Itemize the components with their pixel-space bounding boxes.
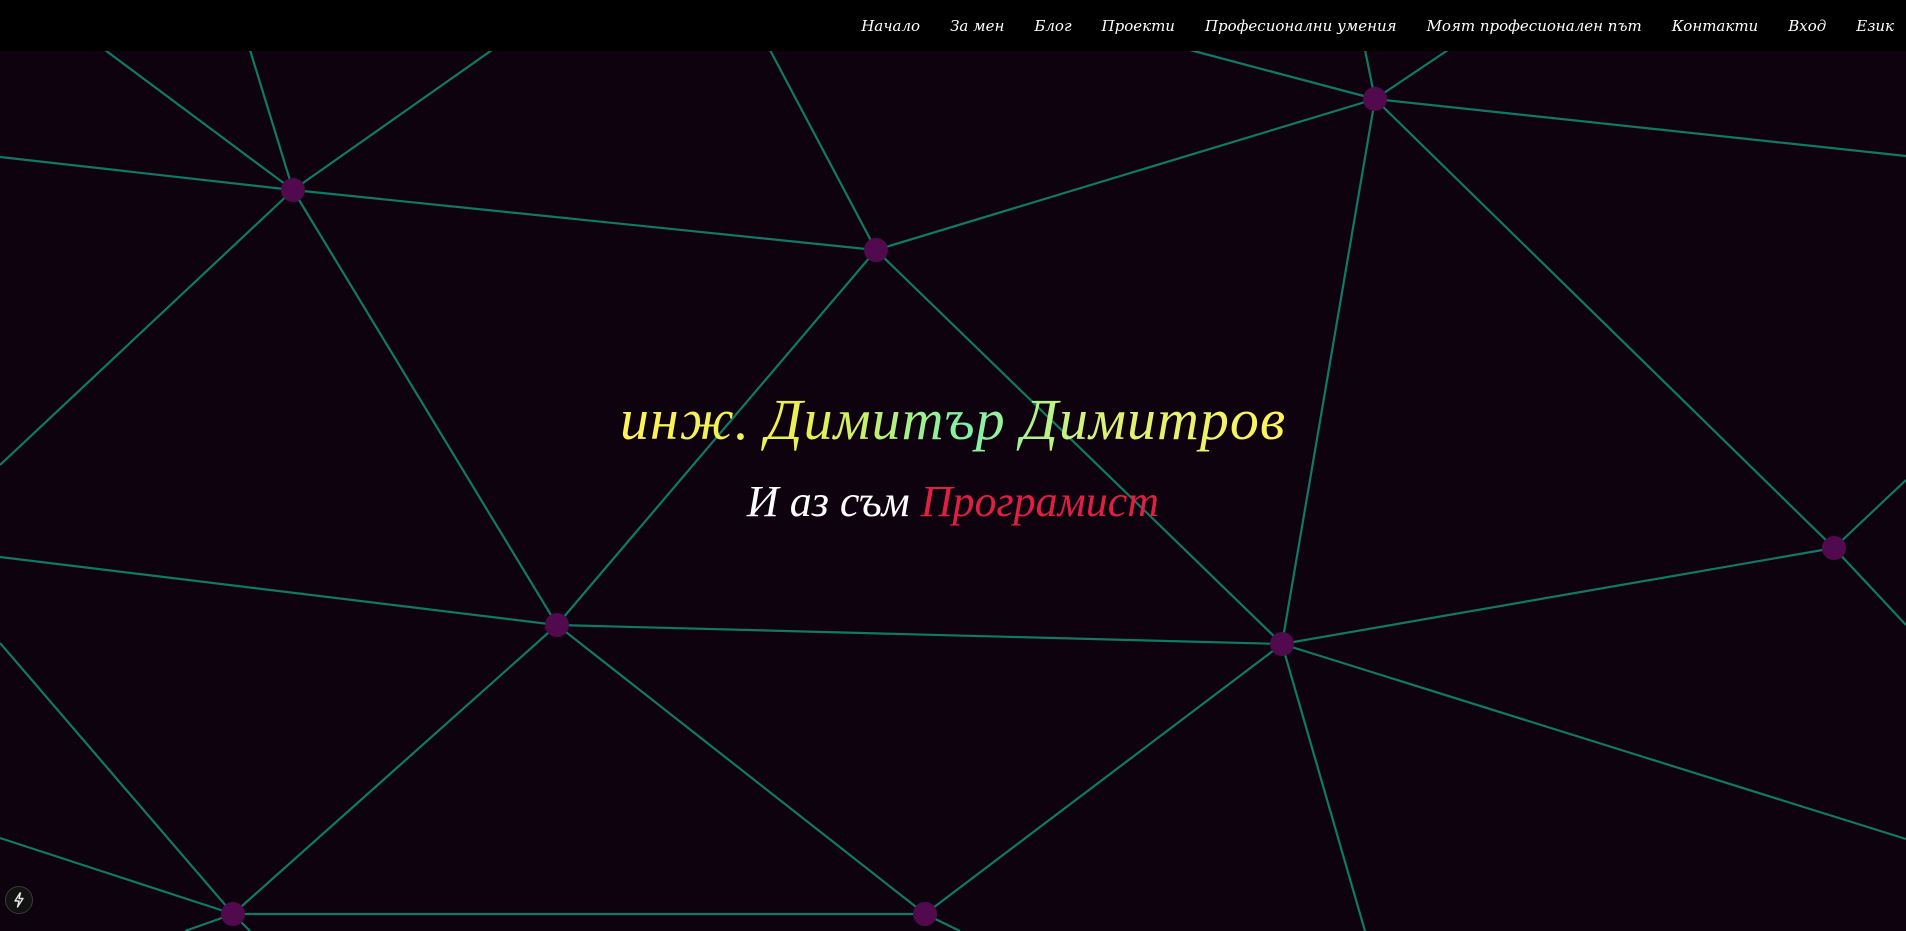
network-line (769, 49, 877, 251)
hero-section: инж. Димитър Димитров И аз съм Програмис… (0, 372, 1906, 532)
network-line (0, 555, 558, 627)
network-line (248, 49, 295, 191)
network-line (1833, 547, 1906, 626)
network-node (221, 902, 245, 926)
network-line (1281, 642, 1906, 841)
network-line (924, 643, 1283, 915)
page: Начало За мен Блог Проекти Професионални… (0, 0, 1906, 931)
network-line (0, 836, 234, 916)
network-node (913, 902, 937, 926)
network-node (1270, 632, 1294, 656)
network-line (556, 623, 1283, 646)
network-node (1822, 536, 1846, 560)
bolt-icon[interactable] (5, 886, 33, 914)
hero-title: инж. Димитър Димитров (620, 372, 1286, 468)
network-node (1363, 87, 1387, 111)
hero-subtitle: И аз съм Програмист (0, 472, 1906, 532)
network-line (1374, 49, 1449, 100)
network-line (1374, 97, 1906, 158)
nav-item-contacts[interactable]: Контакти (1672, 17, 1759, 35)
nav-item-projects[interactable]: Проекти (1102, 17, 1175, 35)
top-navbar: Начало За мен Блог Проекти Професионални… (0, 0, 1906, 51)
hero-subtitle-prefix: И аз съм (746, 477, 921, 526)
nav-item-about[interactable]: За мен (950, 17, 1004, 35)
network-line (1281, 546, 1835, 646)
bolt-icon-glyph (14, 892, 24, 908)
network-line (292, 188, 877, 252)
network-line (0, 155, 294, 192)
nav-item-home[interactable]: Начало (861, 17, 920, 35)
nav-item-blog[interactable]: Блог (1034, 17, 1071, 35)
nav-item-career[interactable]: Моят професионален път (1427, 17, 1642, 35)
network-line (1189, 48, 1376, 101)
network-node (545, 613, 569, 637)
network-line (292, 49, 493, 191)
network-line (556, 624, 926, 915)
network-node (281, 178, 305, 202)
nav-item-language[interactable]: Език (1856, 17, 1894, 35)
network-node (864, 238, 888, 262)
network-line (875, 97, 1376, 252)
nav-item-skills[interactable]: Професионални умения (1205, 17, 1397, 35)
network-line (1280, 643, 1367, 931)
network-line (104, 49, 294, 191)
network-line (0, 642, 234, 915)
nav-item-login[interactable]: Вход (1788, 17, 1826, 35)
hero-role-text: Програмист (920, 477, 1160, 526)
nav-menu: Начало За мен Блог Проекти Професионални… (861, 0, 1894, 51)
network-line (232, 624, 558, 915)
